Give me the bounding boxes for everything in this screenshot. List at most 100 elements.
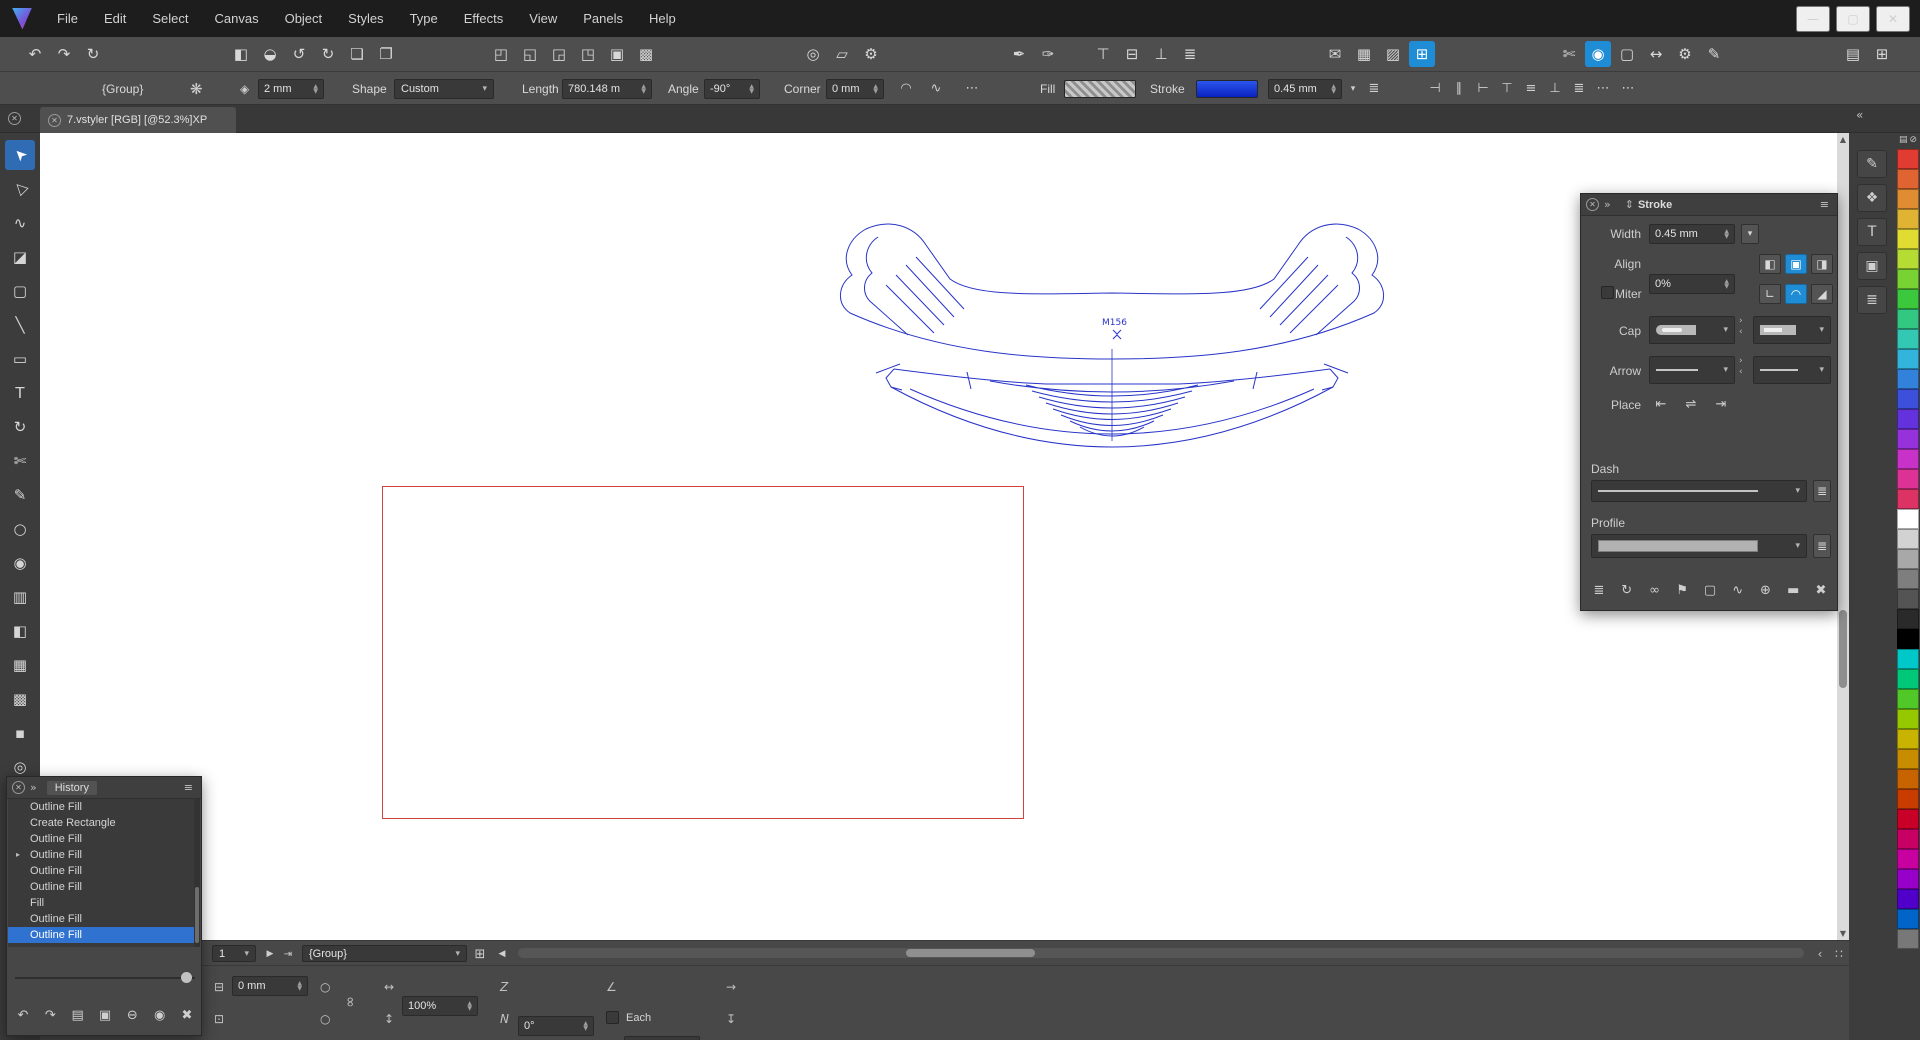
stroke-width-stepper[interactable]: ▲▼	[1331, 84, 1336, 94]
canvas-horizontal-scrollbar[interactable]	[518, 948, 1804, 958]
stroke-fill-icon[interactable]: ▬	[1781, 580, 1805, 600]
align-middle-edges-icon[interactable]: ⊟	[1119, 41, 1145, 67]
document-tab[interactable]: ✕ 7.vstyler [RGB] [@52.3%]XP	[40, 107, 236, 133]
color-swatch[interactable]	[1897, 669, 1919, 689]
history-item[interactable]: Outline Fill	[8, 927, 196, 943]
add-page-icon[interactable]: ⊞	[472, 944, 488, 964]
distribute-icon[interactable]: ≣	[1568, 79, 1590, 99]
duplicate-icon[interactable]: ❏	[344, 41, 370, 67]
ellipse-tool[interactable]: ○	[5, 514, 35, 544]
align-center-icon[interactable]: ∥	[1448, 79, 1470, 99]
red-rectangle-object[interactable]	[382, 486, 1024, 819]
color-swatch[interactable]	[1897, 429, 1919, 449]
rotate-right-icon[interactable]: ↻	[315, 41, 341, 67]
color-swatch[interactable]	[1897, 709, 1919, 729]
rotation-field[interactable]: 0°▲▼	[624, 1036, 700, 1040]
stroke-link-icon[interactable]: ∞	[1643, 580, 1667, 600]
pagebar-grip-icon[interactable]: ∷	[1832, 947, 1846, 961]
node-tool[interactable]: ▷	[5, 174, 35, 204]
tab-close-icon[interactable]: ✕	[48, 114, 61, 127]
size-field[interactable]: 2 mm ▲▼	[258, 79, 324, 99]
copy-arrow-left-icon[interactable]: ‹	[1739, 367, 1743, 377]
snap-icon[interactable]: ◉	[1585, 41, 1611, 67]
corner-field[interactable]: 0 mm ▲▼	[826, 79, 884, 99]
record-icon[interactable]: ◉	[148, 1005, 172, 1025]
arrow-end-select[interactable]: ▾	[1753, 356, 1831, 384]
history-item[interactable]: Outline Fill	[8, 799, 196, 815]
reference-point2-icon[interactable]: ○	[320, 1012, 330, 1026]
pencil-tool[interactable]: ✎	[5, 480, 35, 510]
sphere-tool[interactable]: ◉	[5, 548, 35, 578]
menu-file[interactable]: File	[44, 0, 91, 37]
color-swatch[interactable]	[1897, 589, 1919, 609]
stroke-width-field[interactable]: 0.45 mm ▲▼	[1268, 79, 1342, 99]
skew-horizontal-field[interactable]: 0°▲▼	[518, 1016, 594, 1036]
union-icon[interactable]: ◰	[488, 41, 514, 67]
align-bottom-edges-icon[interactable]: ⊥	[1148, 41, 1174, 67]
color-swatch[interactable]	[1897, 149, 1919, 169]
flip-horizontal-icon[interactable]: ◧	[228, 41, 254, 67]
stroke-swatch[interactable]	[1196, 80, 1258, 98]
stroke-width-panel-field[interactable]: 0.45 mm▲▼	[1649, 224, 1735, 244]
color-swatch[interactable]	[1897, 189, 1919, 209]
anchor-point-icon[interactable]: ❋	[190, 80, 203, 98]
scroll-left-icon[interactable]: ◀	[494, 944, 510, 964]
spiral-icon[interactable]: ◎	[800, 41, 826, 67]
slice-icon[interactable]: ✄	[1556, 41, 1582, 67]
stroke-options-icon[interactable]: ≣	[1587, 580, 1611, 600]
color-swatch[interactable]	[1897, 309, 1919, 329]
text-tool[interactable]: T	[5, 378, 35, 408]
profile-options-icon[interactable]: ≣	[1813, 534, 1831, 558]
color-swatch[interactable]	[1897, 489, 1919, 509]
measure-icon[interactable]: ↔	[1643, 41, 1669, 67]
copy-cap-left-icon[interactable]: ‹	[1739, 327, 1743, 337]
menu-panels[interactable]: Panels	[570, 0, 636, 37]
next-page-button[interactable]: ▶	[262, 944, 278, 964]
stroke-align-field[interactable]: 0%▲▼	[1649, 274, 1735, 294]
history-item[interactable]: Outline Fill	[8, 879, 196, 895]
copy-arrow-right-icon[interactable]: ›	[1739, 356, 1743, 366]
stroke-panel-collapse-icon[interactable]: »	[1604, 198, 1611, 211]
history-panel-menu-icon[interactable]: ≡	[184, 781, 193, 794]
snapshot-icon[interactable]: ▤	[66, 1005, 90, 1025]
color-swatch[interactable]	[1897, 369, 1919, 389]
scroll-up-icon[interactable]: ▲	[1837, 135, 1849, 144]
color-swatch[interactable]	[1897, 469, 1919, 489]
color-swatch[interactable]	[1897, 569, 1919, 589]
color-swatch[interactable]	[1897, 509, 1919, 529]
minimize-button[interactable]: —	[1796, 6, 1830, 32]
profile-select[interactable]: ▾	[1591, 534, 1807, 558]
link-dimensions-icon[interactable]: ∞	[342, 996, 358, 1008]
length-field[interactable]: 780.148 m ▲▼	[562, 79, 652, 99]
intersect-icon[interactable]: ◲	[546, 41, 572, 67]
place-middle-icon[interactable]: ⇌	[1679, 394, 1703, 414]
each-checkbox[interactable]	[606, 1011, 619, 1024]
dock-collapse-icon[interactable]: «	[1856, 108, 1863, 122]
align-bottom-icon[interactable]: ⊥	[1544, 79, 1566, 99]
color-swatch[interactable]	[1897, 809, 1919, 829]
color-swatch[interactable]	[1897, 249, 1919, 269]
history-panel-close-icon[interactable]: ✕	[12, 781, 25, 794]
menu-view[interactable]: View	[516, 0, 570, 37]
wave-icon[interactable]: ∿	[926, 79, 946, 99]
dash-select[interactable]: ▾	[1591, 480, 1807, 502]
cap-end-select[interactable]: ▾	[1753, 316, 1831, 344]
layers-panel-icon[interactable]: ≣	[1857, 286, 1887, 314]
history-scrollbar[interactable]	[194, 799, 200, 947]
color-swatch[interactable]	[1897, 549, 1919, 569]
color-swatch[interactable]	[1897, 609, 1919, 629]
horizontal-scroll-thumb[interactable]	[906, 949, 1035, 957]
vertical-scroll-thumb[interactable]	[1839, 610, 1847, 688]
history-slider-handle[interactable]	[181, 972, 192, 983]
align-top-icon[interactable]: ⊤	[1496, 79, 1518, 99]
size-stepper[interactable]: ▲▼	[313, 84, 318, 94]
last-page-button[interactable]: ⇥	[280, 944, 296, 964]
envelope-icon[interactable]: ✉	[1322, 41, 1348, 67]
tools-panel-icon[interactable]: ✎	[1857, 150, 1887, 178]
copy-cap-right-icon[interactable]: ›	[1739, 316, 1743, 326]
marquee-zoom-icon[interactable]: ▢	[1614, 41, 1640, 67]
color-swatch[interactable]	[1897, 529, 1919, 549]
distribute-spacing-icon[interactable]: ≣	[1177, 41, 1203, 67]
stroke-align-inside-button[interactable]: ◧	[1759, 254, 1781, 274]
menu-effects[interactable]: Effects	[451, 0, 517, 37]
